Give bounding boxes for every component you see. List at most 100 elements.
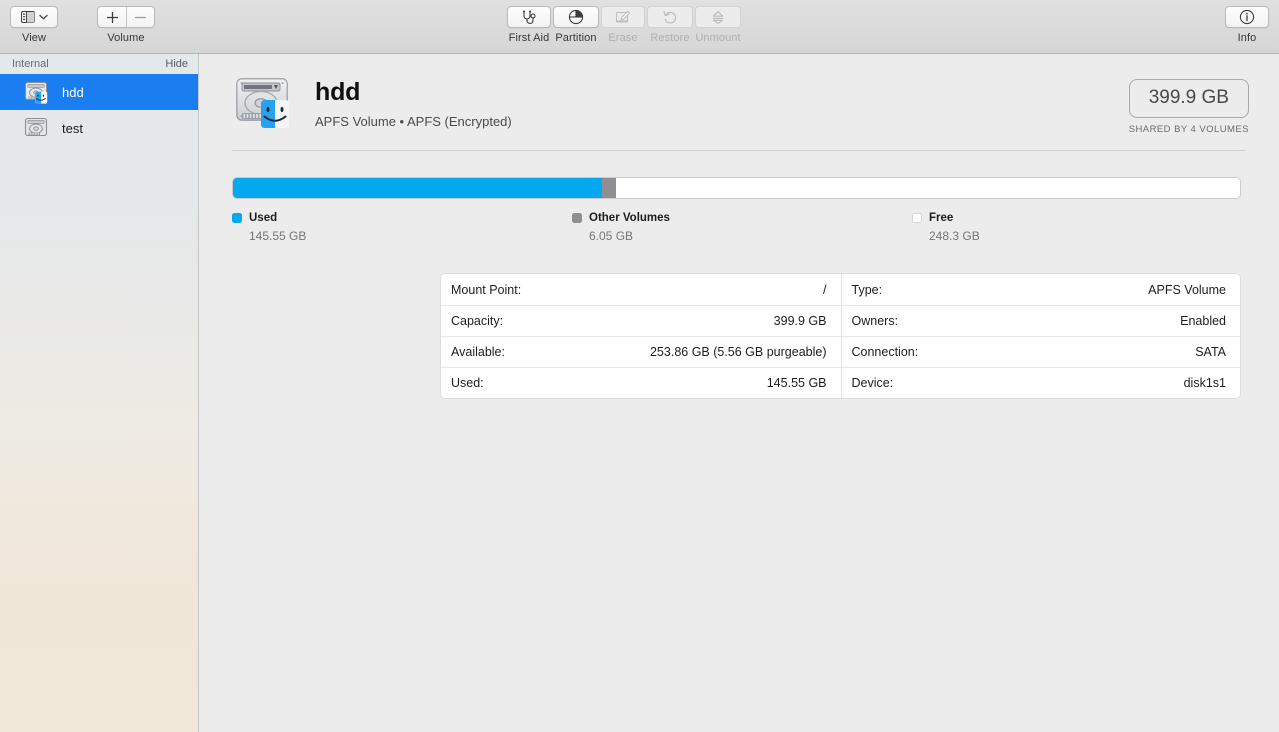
usage-bar bbox=[232, 177, 1241, 199]
toolbar-left-group: View bbox=[10, 6, 155, 44]
erase-icon bbox=[615, 10, 631, 25]
sidebar-item-label-test: test bbox=[62, 121, 83, 136]
detail-key: Connection: bbox=[852, 345, 919, 359]
capacity-badge: 399.9 GB bbox=[1129, 79, 1249, 118]
volume-label: Volume bbox=[107, 32, 144, 44]
unmount-label: Unmount bbox=[695, 32, 740, 44]
first-aid-group: First Aid bbox=[507, 6, 551, 44]
legend-swatch-other-volumes bbox=[572, 213, 582, 223]
partition-group: Partition bbox=[553, 6, 599, 44]
sidebar-section-title: Internal bbox=[12, 58, 49, 70]
legend-label-other-volumes: Other Volumes bbox=[589, 212, 670, 224]
volume-header: hdd APFS Volume • APFS (Encrypted) 399.9… bbox=[199, 54, 1279, 150]
legend-swatch-used bbox=[232, 213, 242, 223]
chevron-down-icon bbox=[39, 14, 48, 20]
volume-hard-disk-icon bbox=[231, 70, 297, 136]
first-aid-label: First Aid bbox=[509, 32, 550, 44]
usage-section: Used 145.55 GB Other Volumes 6.05 GB bbox=[199, 151, 1279, 243]
detail-value: disk1s1 bbox=[1184, 376, 1226, 390]
table-row: Used: 145.55 GB bbox=[441, 367, 841, 398]
volume-subtitle: APFS Volume • APFS (Encrypted) bbox=[315, 114, 1129, 129]
sidebar-icon bbox=[21, 11, 35, 23]
sidebar-item-hdd[interactable]: hdd bbox=[0, 74, 198, 110]
partition-label: Partition bbox=[555, 32, 596, 44]
unmount-group: Unmount bbox=[695, 6, 741, 44]
toolbar-action-group: First Aid Partition bbox=[507, 6, 741, 44]
usage-segment-free bbox=[616, 178, 1240, 198]
detail-key: Available: bbox=[451, 345, 505, 359]
sidebar-item-label-hdd: hdd bbox=[62, 85, 84, 100]
detail-key: Mount Point: bbox=[451, 283, 521, 297]
partition-button[interactable] bbox=[553, 6, 599, 28]
table-row: Available: 253.86 GB (5.56 GB purgeable) bbox=[441, 336, 841, 367]
view-label: View bbox=[22, 32, 46, 44]
detail-key: Owners: bbox=[852, 314, 899, 328]
legend-item-free: Free 248.3 GB bbox=[912, 212, 1252, 243]
sidebar-section-header: Internal Hide bbox=[0, 54, 198, 74]
detail-value: 253.86 GB (5.56 GB purgeable) bbox=[650, 345, 827, 359]
detail-value: 145.55 GB bbox=[767, 376, 827, 390]
legend-label-free: Free bbox=[929, 212, 953, 224]
view-button[interactable] bbox=[10, 6, 58, 28]
legend-value-free: 248.3 GB bbox=[929, 229, 1252, 243]
detail-value: 399.9 GB bbox=[774, 314, 827, 328]
hard-disk-icon bbox=[22, 114, 50, 142]
capacity-block: 399.9 GB SHARED BY 4 VOLUMES bbox=[1129, 66, 1249, 135]
page-title: hdd bbox=[315, 79, 1129, 107]
erase-button bbox=[601, 6, 645, 28]
info-button[interactable] bbox=[1225, 6, 1269, 28]
restore-label: Restore bbox=[650, 32, 689, 44]
restore-icon bbox=[663, 10, 678, 25]
toolbar: View bbox=[0, 0, 1279, 54]
unmount-button bbox=[695, 6, 741, 28]
details-tables: Mount Point: / Capacity: 399.9 GB Available:… bbox=[440, 273, 1241, 399]
stethoscope-icon bbox=[521, 10, 538, 25]
restore-group: Restore bbox=[647, 6, 693, 44]
plus-icon bbox=[106, 11, 119, 24]
detail-value: / bbox=[823, 283, 826, 297]
finder-badge bbox=[261, 100, 289, 128]
detail-key: Device: bbox=[852, 376, 894, 390]
detail-value: APFS Volume bbox=[1148, 283, 1226, 297]
table-row: Connection: SATA bbox=[842, 336, 1241, 367]
view-control-group: View bbox=[10, 6, 58, 44]
detail-key: Used: bbox=[451, 376, 484, 390]
add-volume-button[interactable] bbox=[98, 7, 126, 27]
finder-badge bbox=[35, 92, 47, 104]
volume-segmented-control[interactable] bbox=[97, 6, 155, 28]
legend-value-used: 145.55 GB bbox=[249, 229, 572, 243]
toolbar-right-group: Info bbox=[1225, 6, 1269, 44]
info-icon bbox=[1239, 9, 1255, 25]
sidebar-hide-button[interactable]: Hide bbox=[165, 58, 188, 70]
legend-swatch-free bbox=[912, 213, 922, 223]
first-aid-button[interactable] bbox=[507, 6, 551, 28]
detail-key: Type: bbox=[852, 283, 883, 297]
usage-segment-used bbox=[233, 178, 602, 198]
table-row: Type: APFS Volume bbox=[842, 274, 1241, 305]
eject-icon bbox=[711, 10, 725, 25]
table-row: Device: disk1s1 bbox=[842, 367, 1241, 398]
legend-item-used: Used 145.55 GB bbox=[232, 212, 572, 243]
sidebar-item-test[interactable]: test bbox=[0, 110, 198, 146]
legend-value-other-volumes: 6.05 GB bbox=[589, 229, 912, 243]
detail-value: Enabled bbox=[1180, 314, 1226, 328]
erase-group: Erase bbox=[601, 6, 645, 44]
table-row: Owners: Enabled bbox=[842, 305, 1241, 336]
minus-icon bbox=[134, 11, 147, 24]
table-row: Mount Point: / bbox=[441, 274, 841, 305]
remove-volume-button[interactable] bbox=[126, 7, 154, 27]
legend-label-used: Used bbox=[249, 212, 277, 224]
main-content: hdd APFS Volume • APFS (Encrypted) 399.9… bbox=[199, 54, 1279, 732]
volume-title-block: hdd APFS Volume • APFS (Encrypted) bbox=[315, 66, 1129, 129]
erase-label: Erase bbox=[608, 32, 637, 44]
pie-chart-icon bbox=[568, 9, 584, 25]
detail-key: Capacity: bbox=[451, 314, 503, 328]
detail-value: SATA bbox=[1195, 345, 1226, 359]
window-body: Internal Hide bbox=[0, 54, 1279, 732]
details-table-left: Mount Point: / Capacity: 399.9 GB Available:… bbox=[441, 274, 841, 398]
table-row: Capacity: 399.9 GB bbox=[441, 305, 841, 336]
info-group: Info bbox=[1225, 6, 1269, 44]
details-table-right: Type: APFS Volume Owners: Enabled Connection… bbox=[841, 274, 1241, 398]
legend-item-other-volumes: Other Volumes 6.05 GB bbox=[572, 212, 912, 243]
disk-utility-window: View bbox=[0, 0, 1279, 732]
